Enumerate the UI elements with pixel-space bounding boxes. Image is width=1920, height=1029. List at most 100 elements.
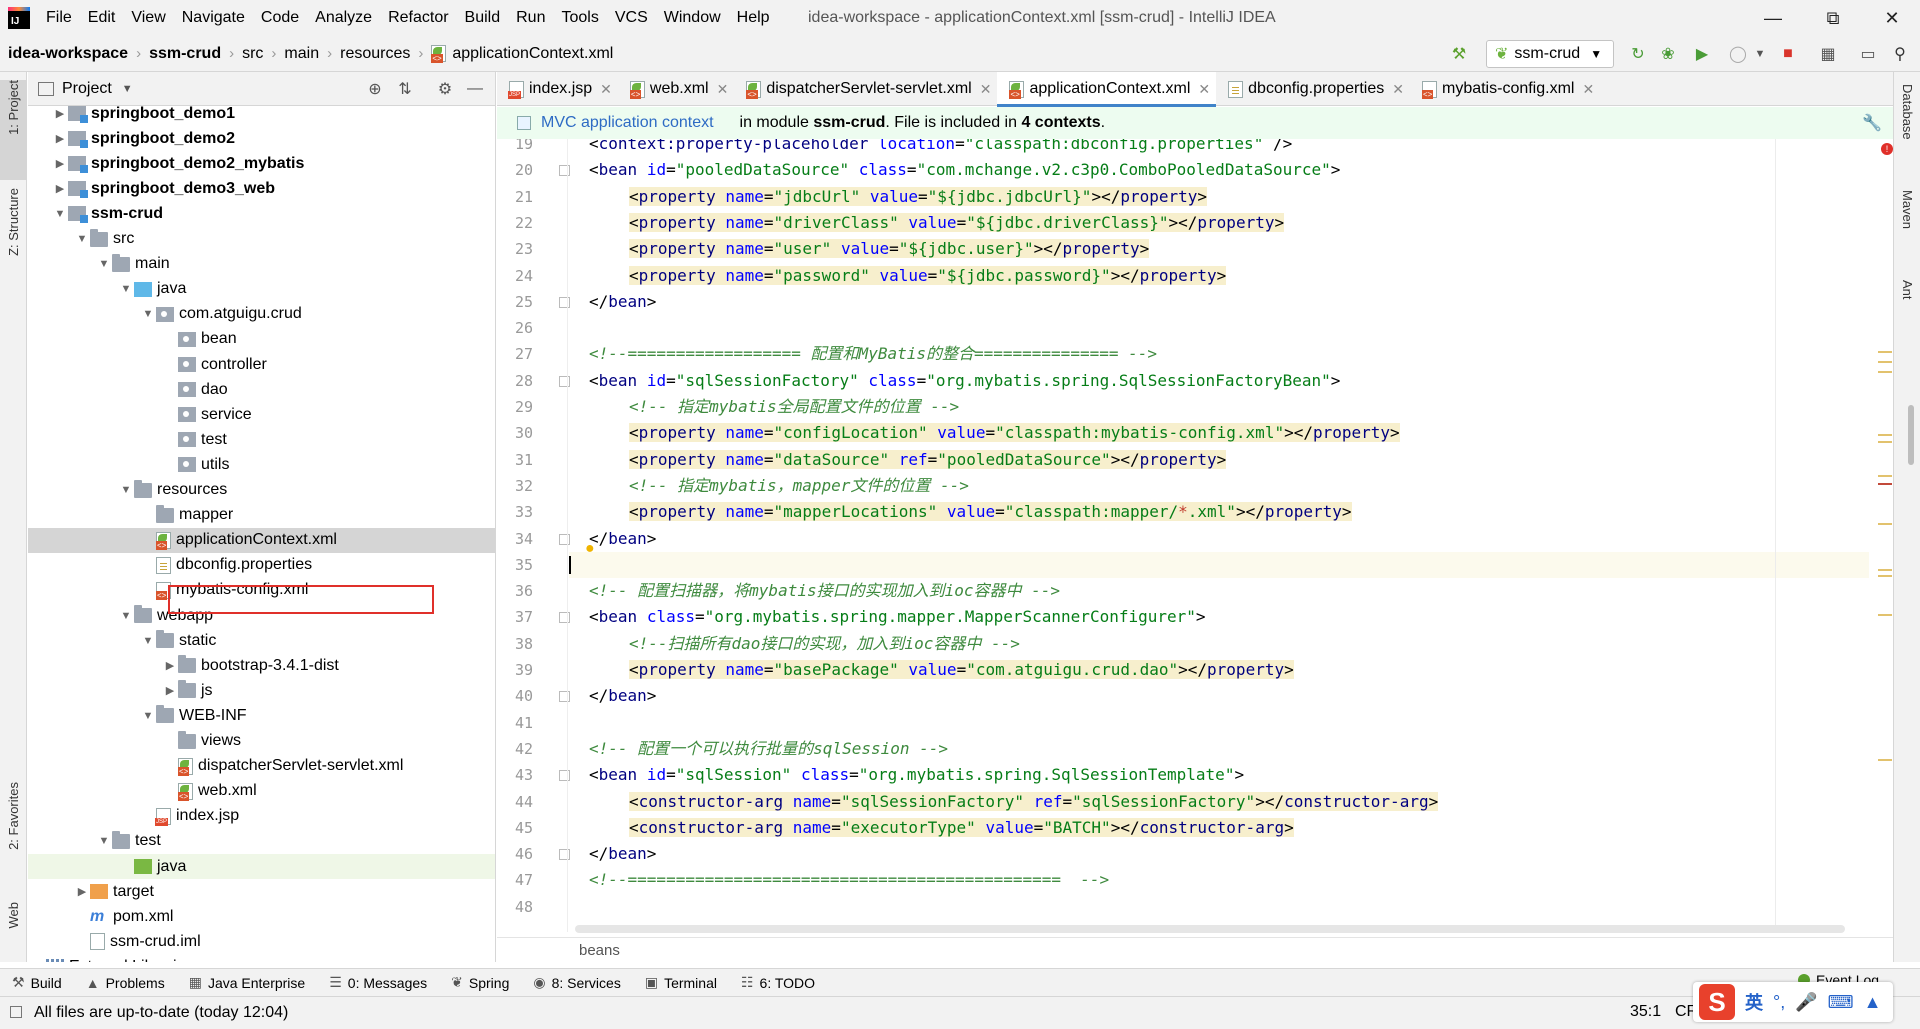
restore-button[interactable]: ⧉	[1805, 0, 1861, 36]
menu-refactor[interactable]: Refactor	[380, 0, 456, 36]
tree-node[interactable]: utils	[28, 452, 495, 477]
menu-run[interactable]: Run	[508, 0, 553, 36]
fold-marker-icon[interactable]	[559, 296, 570, 308]
search-icon[interactable]: ⚲	[1888, 42, 1912, 66]
code-line[interactable]: <bean id="sqlSession" class="org.mybatis…	[589, 762, 1244, 788]
rerun-icon[interactable]: ↻	[1626, 42, 1650, 66]
cursor-position[interactable]: 35:1	[1630, 1003, 1661, 1021]
tree-node[interactable]: service	[28, 402, 495, 427]
punctuation-icon[interactable]: °,	[1773, 992, 1785, 1013]
close-icon[interactable]: ✕	[1392, 81, 1404, 98]
tree-node[interactable]: mybatis-config.xml	[28, 578, 495, 603]
tree-node[interactable]: controller	[28, 352, 495, 377]
fold-marker-icon[interactable]	[559, 612, 570, 624]
code-line[interactable]: <bean id="pooledDataSource" class="com.m…	[589, 157, 1340, 183]
collapse-arrow-icon[interactable]: ▶	[162, 659, 178, 672]
tree-node[interactable]: ▼ ssm-crud	[28, 201, 495, 226]
tree-node[interactable]: m pom.xml	[28, 904, 495, 929]
editor-vertical-scrollbar[interactable]	[1908, 405, 1914, 465]
expand-arrow-icon[interactable]: ▼	[140, 308, 156, 320]
code-line[interactable]: <property name="dataSource" ref="pooledD…	[589, 447, 1227, 473]
tree-node[interactable]: applicationContext.xml	[28, 527, 495, 553]
tree-node[interactable]: java	[28, 854, 495, 879]
structure-tool-tab[interactable]: Z: Structure	[0, 188, 27, 298]
menu-help[interactable]: Help	[729, 0, 778, 36]
tree-node[interactable]: ▼ src	[28, 227, 495, 252]
code-line[interactable]: <property name="basePackage" value="com.…	[589, 657, 1294, 683]
breadcrumb-item[interactable]: main	[276, 45, 319, 63]
keyboard-icon[interactable]: ⌨	[1828, 992, 1854, 1013]
tree-node[interactable]: ▶ springboot_demo2	[28, 126, 495, 151]
skin-icon[interactable]: ▲	[1864, 992, 1882, 1013]
menu-analyze[interactable]: Analyze	[307, 0, 380, 36]
close-icon[interactable]: ✕	[1198, 81, 1210, 98]
editor-error-stripe[interactable]	[1875, 139, 1893, 932]
expand-arrow-icon[interactable]: ▼	[96, 258, 112, 270]
minimize-button[interactable]: —	[1745, 0, 1801, 36]
tree-node[interactable]: ▼ webapp	[28, 603, 495, 628]
tool-window--services[interactable]: ◉ 8: Services	[533, 974, 620, 991]
collapse-arrow-icon[interactable]: ▶	[52, 157, 68, 170]
close-icon[interactable]: ✕	[600, 81, 612, 98]
tree-node[interactable]: dispatcherServlet-servlet.xml	[28, 754, 495, 779]
coverage-icon[interactable]: ▶	[1690, 42, 1714, 66]
tree-node[interactable]: views	[28, 729, 495, 754]
collapse-arrow-icon[interactable]: ▶	[30, 960, 46, 962]
locate-icon[interactable]: ⊕	[364, 78, 386, 100]
tool-window--messages[interactable]: ☰ 0: Messages	[329, 974, 427, 991]
code-line[interactable]: <constructor-arg name="executorType" val…	[589, 815, 1294, 841]
menu-navigate[interactable]: Navigate	[174, 0, 253, 36]
tree-node[interactable]: dao	[28, 377, 495, 402]
expand-arrow-icon[interactable]: ▼	[74, 233, 90, 245]
tool-window-java-enterprise[interactable]: ▦ Java Enterprise	[189, 974, 306, 991]
tree-node[interactable]: ▼ WEB-INF	[28, 703, 495, 728]
tree-node[interactable]: ▶ External Libraries	[28, 954, 495, 962]
editor-tab[interactable]: dbconfig.properties ✕	[1216, 72, 1410, 106]
expand-arrow-icon[interactable]: ▼	[118, 610, 134, 622]
code-line[interactable]: <!-- 指定mybatis全局配置文件的位置 -->	[589, 394, 959, 420]
code-line[interactable]: <!-- 配置扫描器，将mybatis接口的实现加入到ioc容器中 -->	[589, 578, 1060, 604]
profile-icon[interactable]: ◯	[1726, 42, 1750, 66]
fold-marker-icon[interactable]	[559, 165, 570, 177]
editor-tab[interactable]: web.xml ✕	[618, 72, 734, 106]
expand-arrow-icon[interactable]: ▼	[140, 710, 156, 722]
code-line[interactable]: <!-- 指定mybatis，mapper文件的位置 -->	[589, 473, 969, 499]
code-line[interactable]: <property name="user" value="${jdbc.user…	[589, 236, 1150, 262]
tree-node[interactable]: web.xml	[28, 779, 495, 804]
tree-node[interactable]: bean	[28, 327, 495, 352]
menu-code[interactable]: Code	[253, 0, 307, 36]
close-icon[interactable]: ✕	[980, 81, 992, 98]
code-line[interactable]: <bean class="org.mybatis.spring.mapper.M…	[589, 604, 1206, 630]
fold-marker-icon[interactable]	[559, 533, 570, 545]
breadcrumb-item[interactable]: applicationContext.xml	[423, 45, 613, 63]
editor-horizontal-scrollbar[interactable]	[575, 925, 1845, 933]
menu-tools[interactable]: Tools	[553, 0, 606, 36]
code-line[interactable]: <context:property-placeholder location="…	[589, 139, 1292, 157]
editor-tab[interactable]: applicationContext.xml ✕	[997, 72, 1217, 107]
code-line[interactable]: <!--====================================…	[589, 867, 1109, 893]
tree-node[interactable]: index.jsp	[28, 804, 495, 829]
gear-icon[interactable]: ⚙	[434, 78, 456, 100]
fold-marker-icon[interactable]	[559, 691, 570, 703]
editor-tab[interactable]: mybatis-config.xml ✕	[1410, 72, 1600, 106]
breadcrumb-item[interactable]: idea-workspace	[0, 45, 128, 63]
microphone-icon[interactable]: 🎤	[1795, 992, 1817, 1013]
breadcrumb-item[interactable]: resources	[332, 45, 410, 63]
code-line[interactable]: </bean>	[589, 289, 656, 315]
code-line[interactable]: <property name="password" value="${jdbc.…	[589, 263, 1227, 289]
tree-node[interactable]: ▶ springboot_demo1	[28, 101, 495, 126]
web-tool-tab[interactable]: Web	[0, 902, 27, 952]
code-line[interactable]: </bean>	[589, 841, 656, 867]
fold-marker-icon[interactable]	[559, 770, 570, 782]
code-line[interactable]: <!-- 配置一个可以执行批量的sqlSession -->	[589, 736, 948, 762]
project-panel-title[interactable]: Project	[62, 80, 112, 98]
ant-tool-tab[interactable]: Ant	[1894, 280, 1920, 340]
database-tool-tab[interactable]: Database	[1894, 84, 1920, 174]
tree-node[interactable]: ▼ resources	[28, 478, 495, 503]
ime-language-toggle[interactable]: 英	[1745, 989, 1763, 1015]
favorites-tool-tab[interactable]: 2: Favorites	[0, 782, 27, 892]
tree-node[interactable]: ▶ js	[28, 678, 495, 703]
xml-breadcrumb-beans[interactable]: beans	[579, 942, 620, 959]
tree-node[interactable]: ▼ com.atguigu.crud	[28, 302, 495, 327]
presentation-icon[interactable]: ▭	[1856, 42, 1880, 66]
